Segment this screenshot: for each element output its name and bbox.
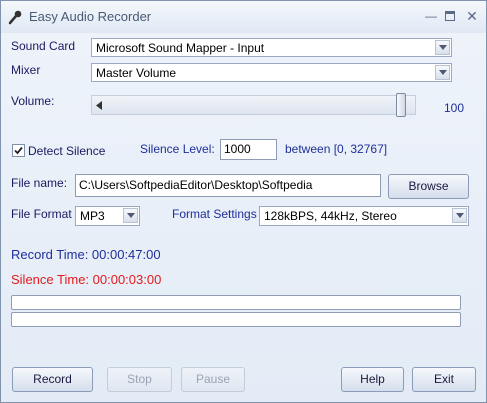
record-progress-bar bbox=[11, 295, 461, 310]
record-time-text: Record Time: 00:00:47:00 bbox=[11, 247, 161, 262]
silence-progress-bar bbox=[11, 312, 461, 327]
slider-thumb[interactable] bbox=[396, 93, 406, 117]
browse-button[interactable]: Browse bbox=[388, 174, 469, 199]
sound-card-value: Microsoft Sound Mapper - Input bbox=[96, 41, 265, 55]
mixer-value: Master Volume bbox=[96, 66, 177, 80]
format-settings-value: 128kBPS, 44kHz, Stereo bbox=[264, 209, 397, 223]
mixer-select[interactable]: Master Volume bbox=[91, 63, 452, 82]
chevron-down-icon[interactable] bbox=[435, 40, 450, 55]
file-format-value: MP3 bbox=[80, 209, 105, 223]
mixer-label: Mixer bbox=[11, 63, 41, 77]
format-settings-label: Format Settings bbox=[172, 207, 257, 221]
slider-left-arrow-icon bbox=[96, 101, 102, 110]
silence-time-text: Silence Time: 00:00:03:00 bbox=[11, 272, 162, 287]
stop-button[interactable]: Stop bbox=[107, 367, 172, 392]
volume-value: 100 bbox=[444, 101, 465, 115]
format-settings-select[interactable]: 128kBPS, 44kHz, Stereo bbox=[259, 206, 469, 226]
volume-slider[interactable] bbox=[91, 93, 416, 117]
exit-button[interactable]: Exit bbox=[412, 367, 476, 392]
silence-level-input[interactable]: 1000 bbox=[220, 139, 277, 160]
checkmark-icon bbox=[14, 146, 23, 155]
chevron-down-icon[interactable] bbox=[123, 208, 138, 223]
volume-label: Volume: bbox=[11, 94, 55, 108]
silence-level-label: Silence Level: bbox=[140, 142, 215, 156]
file-format-select[interactable]: MP3 bbox=[75, 206, 140, 226]
chevron-down-icon[interactable] bbox=[452, 208, 467, 223]
sound-card-label: Sound Card bbox=[11, 39, 76, 53]
sound-card-select[interactable]: Microsoft Sound Mapper - Input bbox=[91, 38, 452, 57]
file-format-label: File Format bbox=[11, 207, 72, 221]
app-window: Easy Audio Recorder — ✕ Sound Card Micro… bbox=[0, 0, 487, 403]
pause-button[interactable]: Pause bbox=[181, 367, 245, 392]
minimize-icon[interactable]: — bbox=[422, 7, 440, 25]
record-button[interactable]: Record bbox=[12, 367, 93, 392]
help-button[interactable]: Help bbox=[341, 367, 404, 392]
detect-silence-checkbox[interactable] bbox=[12, 144, 25, 157]
title-bar: Easy Audio Recorder — ✕ bbox=[1, 1, 486, 33]
window-title: Easy Audio Recorder bbox=[29, 9, 152, 24]
detect-silence-label: Detect Silence bbox=[28, 144, 106, 158]
microphone-icon bbox=[7, 9, 23, 25]
close-icon[interactable]: ✕ bbox=[463, 7, 481, 25]
file-name-label: File name: bbox=[11, 176, 68, 190]
client-area: Sound Card Microsoft Sound Mapper - Inpu… bbox=[1, 33, 486, 402]
chevron-down-icon[interactable] bbox=[435, 65, 450, 80]
maximize-icon[interactable] bbox=[441, 7, 459, 25]
silence-range-text: between [0, 32767] bbox=[285, 142, 388, 156]
file-name-input[interactable]: C:\Users\SoftpediaEditor\Desktop\Softped… bbox=[75, 174, 381, 197]
slider-track bbox=[91, 95, 416, 115]
